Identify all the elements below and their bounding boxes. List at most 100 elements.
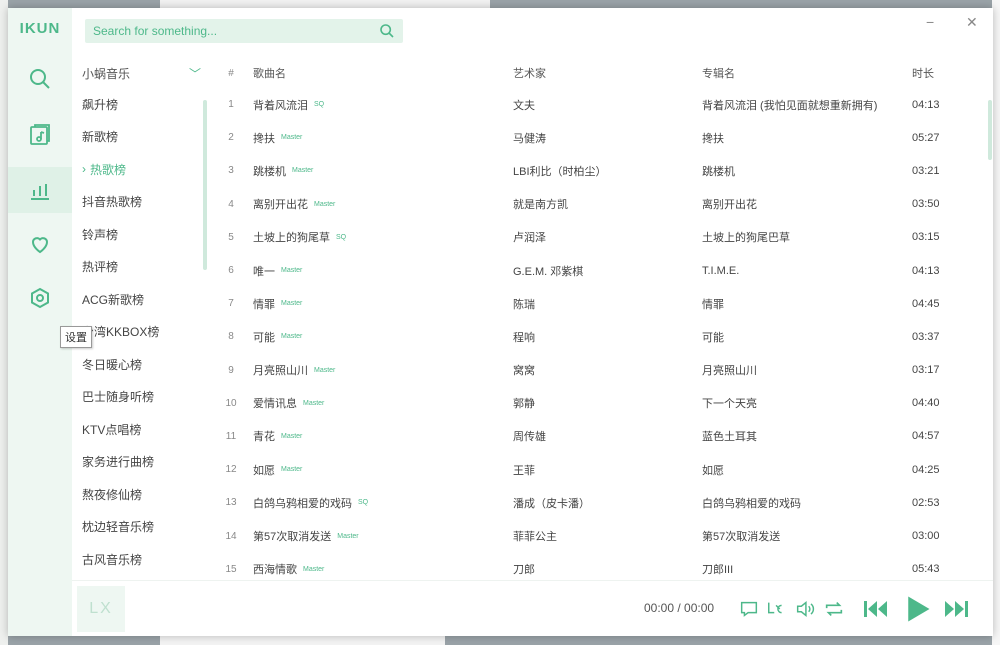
album-name[interactable]: 背着风流泪 (我怕见面就想重新拥有)	[702, 97, 912, 113]
table-row[interactable]: 11 青花 Master 周传雄 蓝色土耳其 04:57	[213, 420, 988, 453]
leaderboard-item[interactable]: 熬夜修仙榜	[72, 478, 209, 511]
artist-name[interactable]: 周传雄	[513, 428, 702, 444]
album-name[interactable]: 如愿	[702, 462, 912, 478]
artist-name[interactable]: 马健涛	[513, 130, 702, 146]
nav-songlist[interactable]	[8, 112, 72, 158]
album-name[interactable]: 土坡上的狗尾巴草	[702, 229, 912, 245]
song-name-cell: 搀扶 Master	[249, 130, 513, 146]
duration: 04:13	[912, 98, 940, 111]
artist-name[interactable]: 潘成（皮卡潘）	[513, 495, 702, 511]
nav-search[interactable]	[8, 56, 72, 102]
search-bar	[85, 19, 403, 43]
table-row[interactable]: 8 可能 Master 程响 可能 03:37	[213, 320, 988, 353]
volume-button[interactable]	[794, 598, 816, 620]
leaderboard-item[interactable]: 铃声榜	[72, 218, 209, 251]
table-header: # 歌曲名 艺术家 专辑名 时长	[213, 58, 988, 88]
album-name[interactable]: 蓝色土耳其	[702, 428, 912, 444]
comment-button[interactable]	[738, 598, 760, 620]
close-button[interactable]: ✕	[966, 14, 978, 31]
scrollbar[interactable]	[203, 100, 207, 270]
album-name[interactable]: 情罪	[702, 296, 912, 312]
artist-name[interactable]: 郭静	[513, 395, 702, 411]
desktop-lyric-button[interactable]	[766, 598, 788, 620]
search-input[interactable]	[93, 24, 379, 38]
artist-name[interactable]: 程响	[513, 329, 702, 345]
table-row[interactable]: 4 离别开出花 Master 就是南方凯 离别开出花 03:50	[213, 188, 988, 221]
quality-badge: Master	[281, 333, 303, 341]
table-row[interactable]: 3 跳楼机 Master LBI利比（时柏尘） 跳楼机 03:21	[213, 154, 988, 187]
table-row[interactable]: 10 爱情讯息 Master 郭静 下一个天亮 04:40	[213, 387, 988, 420]
album-name[interactable]: 搀扶	[702, 130, 912, 146]
artist-name[interactable]: G.E.M. 邓紫棋	[513, 263, 702, 279]
leaderboard-item[interactable]: 飙升榜	[72, 88, 209, 121]
table-row[interactable]: 15 西海情歌 Master 刀郎 刀郎III 05:43	[213, 553, 988, 580]
table-row[interactable]: 7 情罪 Master 陈瑞 情罪 04:45	[213, 287, 988, 320]
artist-name[interactable]: 陈瑞	[513, 296, 702, 312]
album-name[interactable]: 跳楼机	[702, 163, 912, 179]
artist-name[interactable]: 文夫	[513, 97, 702, 113]
leaderboard-item[interactable]: ACG新歌榜	[72, 283, 209, 316]
song-name-cell: 土坡上的狗尾草 SQ	[249, 229, 513, 245]
next-button[interactable]	[942, 596, 970, 622]
quality-badge: Master	[281, 432, 303, 440]
play-button[interactable]	[902, 594, 932, 624]
artist-name[interactable]: 王菲	[513, 462, 702, 478]
artist-name[interactable]: 卢润泽	[513, 229, 702, 245]
duration: 05:43	[912, 563, 940, 576]
table-row[interactable]: 6 唯一 Master G.E.M. 邓紫棋 T.I.M.E. 04:13	[213, 254, 988, 287]
table-row[interactable]: 2 搀扶 Master 马健涛 搀扶 05:27	[213, 121, 988, 154]
artist-name[interactable]: 菲菲公主	[513, 528, 702, 544]
leaderboard-item[interactable]: 枕边轻音乐榜	[72, 511, 209, 544]
table-row[interactable]: 14 第57次取消发送 Master 菲菲公主 第57次取消发送 03:00	[213, 519, 988, 552]
song-name-cell: 情罪 Master	[249, 296, 513, 312]
duration: 03:50	[912, 198, 940, 211]
leaderboard-item[interactable]: 热歌榜	[72, 153, 209, 186]
search-icon[interactable]	[379, 23, 395, 39]
album-name[interactable]: T.I.M.E.	[702, 265, 912, 277]
album-name[interactable]: 下一个天亮	[702, 395, 912, 411]
table-row[interactable]: 12 如愿 Master 王菲 如愿 04:25	[213, 453, 988, 486]
leaderboard-item[interactable]: 新歌榜	[72, 121, 209, 154]
duration: 03:37	[912, 330, 940, 343]
nav-favorites[interactable]	[8, 221, 72, 267]
artist-name[interactable]: 窝窝	[513, 362, 702, 378]
header-name: 歌曲名	[253, 68, 286, 80]
leaderboard-item[interactable]: 冬日暖心榜	[72, 348, 209, 381]
table-row[interactable]: 9 月亮照山川 Master 窝窝 月亮照山川 03:17	[213, 354, 988, 387]
loop-mode-button[interactable]	[823, 598, 845, 620]
table-row[interactable]: 1 背着风流泪 SQ 文夫 背着风流泪 (我怕见面就想重新拥有) 04:13	[213, 88, 988, 121]
table-row[interactable]: 5 土坡上的狗尾草 SQ 卢润泽 土坡上的狗尾巴草 03:15	[213, 221, 988, 254]
heart-icon	[31, 237, 49, 254]
song-name: 如愿	[253, 464, 275, 477]
quality-badge: Master	[281, 466, 303, 474]
artist-name[interactable]: LBI利比（时柏尘）	[513, 163, 702, 179]
album-name[interactable]: 离别开出花	[702, 196, 912, 212]
source-selector[interactable]: 小蜗音乐 ﹀	[72, 58, 209, 88]
minimize-button[interactable]: −	[926, 14, 934, 30]
album-name[interactable]: 白鸽乌鸦相爱的戏码	[702, 495, 912, 511]
album-name[interactable]: 月亮照山川	[702, 362, 912, 378]
settings-hexagon-icon	[31, 287, 49, 309]
artist-name[interactable]: 刀郎	[513, 561, 702, 577]
song-name-cell: 唯一 Master	[249, 263, 513, 279]
table-row[interactable]: 13 白鸽乌鸦相爱的戏码 SQ 潘成（皮卡潘） 白鸽乌鸦相爱的戏码 02:53	[213, 486, 988, 519]
leaderboard-item[interactable]: KTV点唱榜	[72, 413, 209, 446]
album-name[interactable]: 第57次取消发送	[702, 528, 912, 544]
album-name[interactable]: 可能	[702, 329, 912, 345]
leaderboard-item[interactable]: 台湾KKBOX榜	[72, 316, 209, 349]
artist-name[interactable]: 就是南方凯	[513, 196, 702, 212]
nav-leaderboard[interactable]	[8, 167, 72, 213]
row-number: 12	[225, 464, 237, 476]
leaderboard-item[interactable]: 热评榜	[72, 251, 209, 284]
leaderboard-item[interactable]: 抖音热歌榜	[72, 186, 209, 219]
quality-badge: Master	[337, 532, 359, 540]
leaderboard-item[interactable]: 古风音乐榜	[72, 543, 209, 576]
duration: 03:00	[912, 530, 940, 543]
song-name-cell: 可能 Master	[249, 329, 513, 345]
previous-button[interactable]	[862, 596, 890, 622]
scrollbar[interactable]	[988, 100, 992, 160]
nav-settings[interactable]	[8, 275, 72, 321]
leaderboard-item[interactable]: 家务进行曲榜	[72, 446, 209, 479]
leaderboard-item[interactable]: 巴士随身听榜	[72, 381, 209, 414]
album-name[interactable]: 刀郎III	[702, 561, 912, 577]
